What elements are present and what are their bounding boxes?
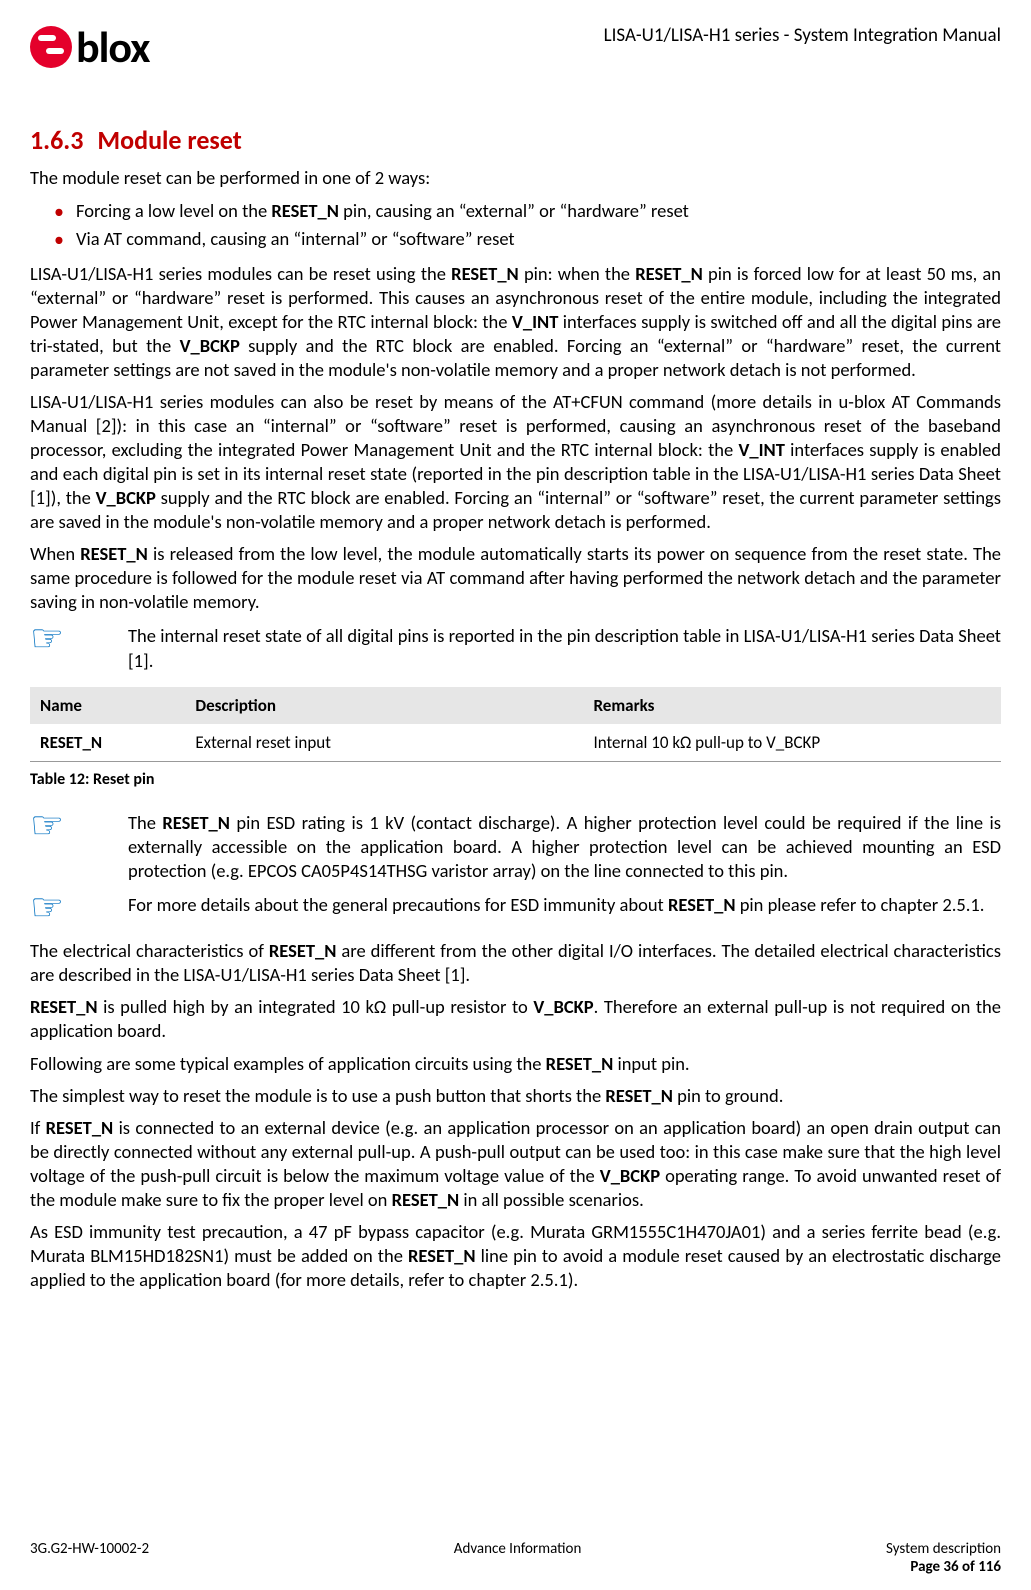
pointing-hand-icon: ☞: [30, 624, 128, 653]
ublox-logo: blox: [30, 20, 149, 74]
table-header: Name: [30, 687, 185, 724]
reset-methods-list: Forcing a low level on the RESET_N pin, …: [30, 198, 1001, 252]
table-cell: RESET_N: [30, 724, 185, 762]
logo-icon: [30, 26, 72, 68]
table-row: RESET_N External reset input Internal 10…: [30, 724, 1001, 762]
body-paragraph: When RESET_N is released from the low le…: [30, 542, 1001, 614]
logo-text: blox: [76, 20, 149, 74]
intro-paragraph: The module reset can be performed in one…: [30, 166, 1001, 190]
note-text: The RESET_N pin ESD rating is 1 kV (cont…: [128, 811, 1001, 883]
body-paragraph: RESET_N is pulled high by an integrated …: [30, 995, 1001, 1043]
body-paragraph: The simplest way to reset the module is …: [30, 1084, 1001, 1108]
footer-right: System description Page 36 of 116: [886, 1540, 1001, 1576]
footer-left: 3G.G2-HW-10002-2: [30, 1540, 149, 1576]
section-heading: 1.6.3 Module reset: [30, 124, 1001, 156]
body-paragraph: If RESET_N is connected to an external d…: [30, 1116, 1001, 1212]
pointing-hand-icon: ☞: [30, 811, 128, 840]
table-header: Remarks: [583, 687, 1001, 724]
page-header: blox LISA-U1/LISA-H1 series - System Int…: [30, 20, 1001, 74]
table-cell: External reset input: [185, 724, 583, 762]
note-callout: ☞ For more details about the general pre…: [30, 893, 1001, 922]
section-title: Module reset: [97, 124, 241, 156]
page-number: Page 36 of 116: [886, 1558, 1001, 1576]
list-item: Forcing a low level on the RESET_N pin, …: [76, 198, 1001, 224]
body-paragraph: LISA-U1/LISA-H1 series modules can be re…: [30, 262, 1001, 382]
body-paragraph: LISA-U1/LISA-H1 series modules can also …: [30, 390, 1001, 534]
reset-pin-table: Name Description Remarks RESET_N Externa…: [30, 687, 1001, 762]
note-text: The internal reset state of all digital …: [128, 624, 1001, 672]
footer-center: Advance Information: [454, 1540, 582, 1576]
table-header: Description: [185, 687, 583, 724]
note-callout: ☞ The internal reset state of all digita…: [30, 624, 1001, 672]
table-cell: Internal 10 kΩ pull-up to V_BCKP: [583, 724, 1001, 762]
page-footer: 3G.G2-HW-10002-2 Advance Information Sys…: [30, 1540, 1001, 1576]
note-callout: ☞ The RESET_N pin ESD rating is 1 kV (co…: [30, 811, 1001, 883]
doc-title: LISA-U1/LISA-H1 series - System Integrat…: [604, 24, 1001, 47]
table-caption: Table 12: Reset pin: [30, 770, 1001, 789]
section-number: 1.6.3: [30, 124, 83, 156]
pointing-hand-icon: ☞: [30, 893, 128, 922]
note-text: For more details about the general preca…: [128, 893, 1001, 917]
body-paragraph: As ESD immunity test precaution, a 47 pF…: [30, 1220, 1001, 1292]
list-item: Via AT command, causing an “internal” or…: [76, 226, 1001, 252]
body-paragraph: The electrical characteristics of RESET_…: [30, 939, 1001, 987]
footer-section: System description: [886, 1540, 1001, 1558]
body-paragraph: Following are some typical examples of a…: [30, 1052, 1001, 1076]
